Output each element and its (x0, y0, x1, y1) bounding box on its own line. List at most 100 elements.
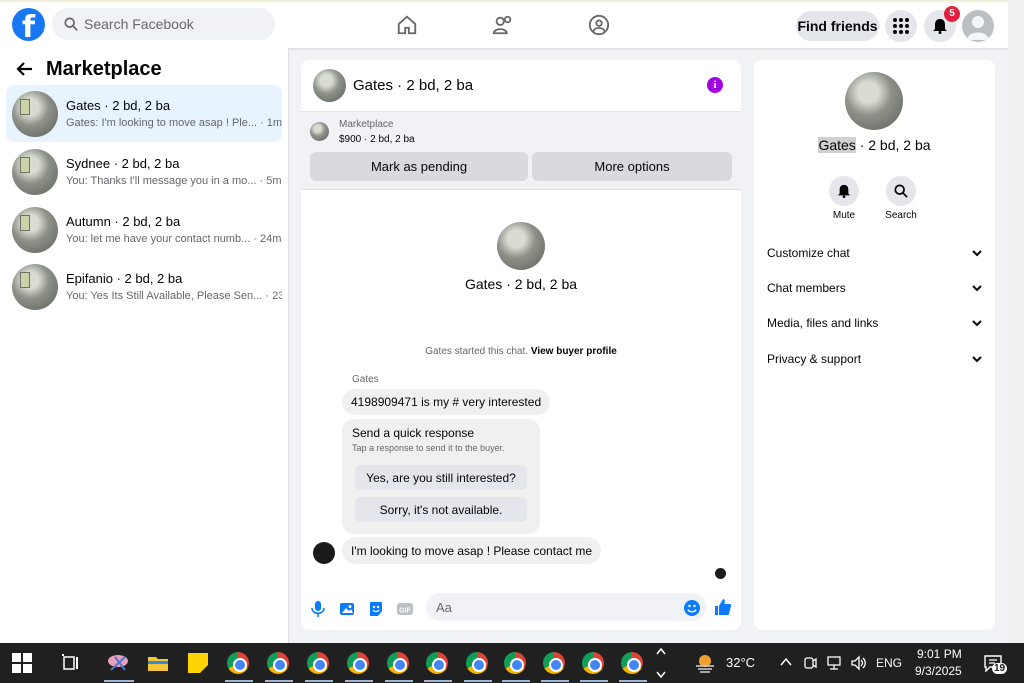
grid-menu-icon (893, 18, 909, 34)
conversation-preview: You: let me have your contact numb... · … (66, 233, 282, 245)
search-icon (64, 17, 78, 31)
view-buyer-profile-link[interactable]: View buyer profile (531, 346, 617, 357)
notification-badge: 5 (944, 6, 960, 22)
language-indicator[interactable]: ENG (876, 656, 902, 670)
photo-icon[interactable] (338, 600, 356, 618)
active-app-indicator (385, 680, 413, 682)
listing-thumbnail (310, 122, 329, 141)
conversation-item-sydnee[interactable]: Sydnee · 2 bd, 2 ba You: Thanks I'll mes… (6, 143, 282, 200)
sticker-icon[interactable] (367, 600, 385, 618)
clock-time[interactable]: 9:01 PM (917, 647, 962, 661)
chevron-down-icon (972, 320, 982, 327)
marketplace-header: Marketplace (0, 48, 288, 90)
chat-profile-name: Gates · 2 bd, 2 ba (464, 276, 578, 292)
search-box[interactable] (52, 8, 275, 40)
taskbar-scroll-arrows-icon[interactable] (655, 646, 667, 680)
sender-avatar[interactable] (313, 542, 335, 564)
sticky-notes-icon[interactable] (186, 651, 210, 675)
info-panel-avatar[interactable] (845, 72, 903, 130)
mark-as-pending-button[interactable]: Mark as pending (310, 152, 528, 181)
marketplace-sidebar: Marketplace Gates · 2 bd, 2 ba Gates: I'… (0, 48, 289, 643)
chrome-icon[interactable] (466, 652, 488, 674)
message-composer: GIF (301, 590, 741, 630)
chrome-icon[interactable] (582, 652, 604, 674)
weather-temperature[interactable]: 32°C (726, 655, 755, 670)
quick-response-title: Send a quick response (352, 426, 475, 440)
chrome-icon[interactable] (504, 652, 526, 674)
file-explorer-icon[interactable] (146, 651, 170, 675)
bell-icon (933, 19, 947, 34)
like-icon[interactable] (714, 598, 732, 616)
meet-now-icon[interactable] (803, 655, 817, 671)
find-friends-button[interactable]: Find friends (796, 11, 879, 41)
menu-button[interactable] (885, 10, 917, 42)
clock-date[interactable]: 9/3/2025 (915, 664, 962, 678)
search-action[interactable]: Search (876, 176, 926, 221)
chat-profile-avatar[interactable] (497, 222, 545, 270)
chrome-icon[interactable] (307, 652, 329, 674)
active-app-indicator (225, 680, 253, 682)
mute-action[interactable]: Mute (819, 176, 869, 221)
windows-start-icon[interactable] (12, 653, 32, 673)
chat-info-panel: Gates · 2 bd, 2 ba Mute Search Customize… (754, 60, 995, 630)
network-icon[interactable] (826, 655, 844, 671)
conversation-preview: You: Yes Its Still Available, Please Sen… (66, 290, 282, 302)
weather-icon[interactable] (693, 651, 717, 675)
listing-bar: Marketplace $900 · 2 bd, 2 ba Mark as pe… (301, 112, 741, 190)
chat-header[interactable]: Gates · 2 bd, 2 ba i (301, 60, 741, 112)
conversation-title: Epifanio · 2 bd, 2 ba (66, 271, 183, 286)
task-view-icon[interactable] (61, 653, 81, 673)
media-files-links-row[interactable]: Media, files and links (767, 313, 982, 333)
snipping-tool-icon[interactable] (106, 651, 130, 675)
mute-label: Mute (832, 210, 856, 221)
conversation-title: Autumn · 2 bd, 2 ba (66, 214, 181, 229)
search-label: Search (885, 210, 917, 221)
page-scrollbar[interactable] (1008, 0, 1024, 643)
friends-icon[interactable] (492, 14, 514, 36)
conversation-item-epifanio[interactable]: Epifanio · 2 bd, 2 ba You: Yes Its Still… (6, 258, 282, 315)
microphone-icon[interactable] (309, 600, 327, 618)
chrome-icon[interactable] (543, 652, 565, 674)
message-input[interactable] (426, 593, 706, 621)
chrome-icon[interactable] (426, 652, 448, 674)
chrome-icon[interactable] (387, 652, 409, 674)
quick-reply-not-available[interactable]: Sorry, it's not available. (355, 497, 527, 522)
windows-taskbar: 32°C ENG 9:01 PM 9/3/2025 19 (0, 643, 1024, 683)
active-app-indicator (265, 680, 293, 682)
conversation-thumbnail (12, 148, 58, 195)
row-label: Customize chat (767, 246, 850, 260)
facebook-logo[interactable]: f (12, 8, 45, 41)
more-options-button[interactable]: More options (532, 152, 732, 181)
chrome-icon[interactable] (347, 652, 369, 674)
chat-header-name: Gates · 2 bd, 2 ba (353, 77, 474, 94)
conversation-item-autumn[interactable]: Autumn · 2 bd, 2 ba You: let me have you… (6, 201, 282, 258)
info-panel-name-rest: · 2 bd, 2 ba (855, 137, 931, 153)
privacy-support-row[interactable]: Privacy & support (767, 349, 982, 369)
back-arrow-icon[interactable] (16, 60, 34, 78)
chrome-icon[interactable] (621, 652, 643, 674)
gif-icon[interactable]: GIF (396, 600, 414, 618)
conversation-item-gates[interactable]: Gates · 2 bd, 2 ba Gates: I'm looking to… (6, 85, 282, 142)
chevron-up-icon[interactable] (780, 657, 792, 667)
message-bubble[interactable]: 4198909471 is my # very interested (342, 389, 551, 415)
active-app-indicator (305, 680, 333, 682)
started-text: Gates started this chat. (425, 346, 529, 357)
active-app-indicator (502, 680, 530, 682)
message-bubble[interactable]: I'm looking to move asap ! Please contac… (342, 537, 602, 564)
customize-chat-row[interactable]: Customize chat (767, 243, 982, 263)
emoji-icon[interactable] (683, 599, 701, 617)
quick-reply-still-interested[interactable]: Yes, are you still interested? (355, 465, 527, 490)
chrome-icon[interactable] (267, 652, 289, 674)
info-icon[interactable]: i (707, 77, 723, 93)
account-avatar[interactable] (962, 10, 994, 42)
active-app-indicator (424, 680, 452, 682)
groups-icon[interactable] (588, 14, 610, 36)
row-label: Chat members (767, 281, 846, 295)
chat-members-row[interactable]: Chat members (767, 278, 982, 298)
chrome-icon[interactable] (227, 652, 249, 674)
active-app-indicator (541, 680, 569, 682)
home-icon[interactable] (396, 14, 418, 36)
volume-icon[interactable] (850, 655, 868, 671)
listing-price[interactable]: $900 · 2 bd, 2 ba (339, 134, 415, 145)
search-input[interactable] (84, 16, 264, 32)
